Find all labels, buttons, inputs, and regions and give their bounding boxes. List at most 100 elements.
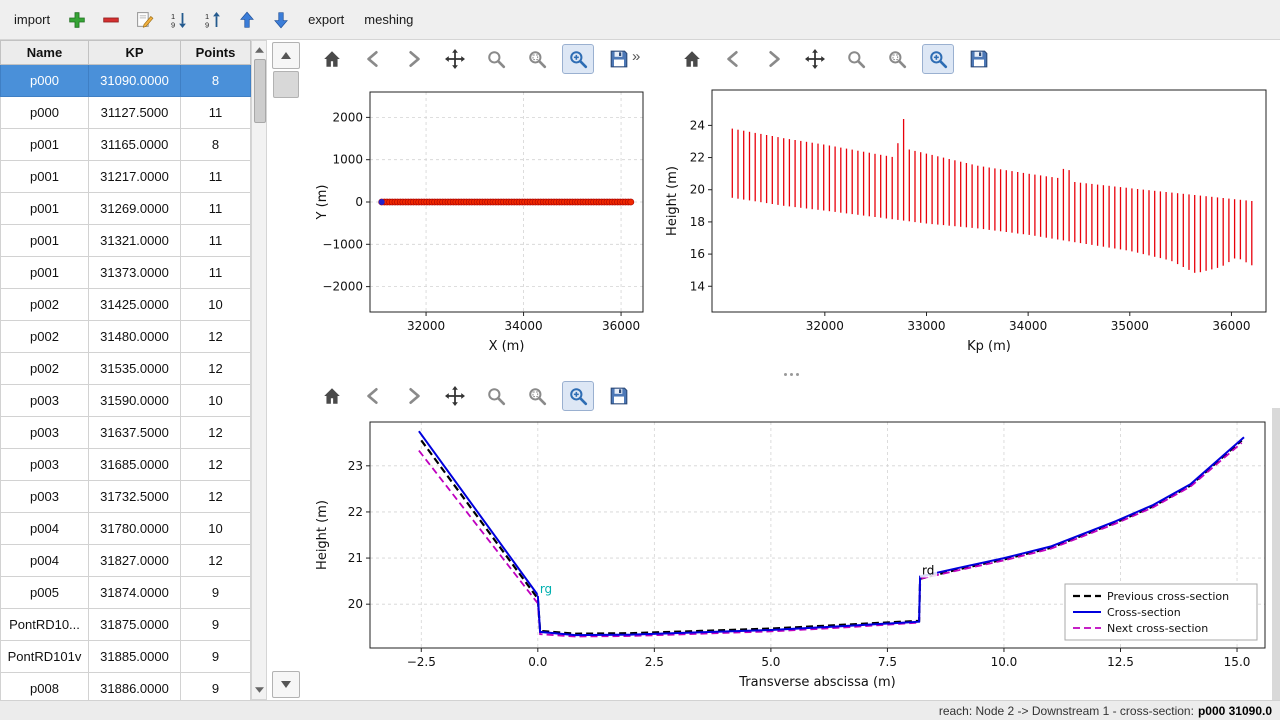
mpl-back-button[interactable] <box>717 44 749 74</box>
table-cell[interactable]: 9 <box>181 609 251 641</box>
mpl-zoom-in-button[interactable] <box>562 44 594 74</box>
table-cell[interactable]: 12 <box>181 545 251 577</box>
scroll-up-icon[interactable] <box>252 43 266 57</box>
mpl-zoom-sel-button[interactable] <box>881 44 913 74</box>
profile-chart[interactable]: 3200033000340003500036000141618202224Kp … <box>662 78 1280 368</box>
mpl-zoom-sel-button[interactable] <box>521 44 553 74</box>
mpl-save-button[interactable] <box>963 44 995 74</box>
table-cell[interactable]: 12 <box>181 481 251 513</box>
table-cell[interactable]: 31732.5000 <box>89 481 181 513</box>
mpl-zoom-button[interactable] <box>480 44 512 74</box>
table-row[interactable]: p00231425.000010 <box>1 289 251 321</box>
table-cell[interactable]: p002 <box>1 289 89 321</box>
table-row[interactable]: p00431827.000012 <box>1 545 251 577</box>
table-cell[interactable]: 31165.0000 <box>89 129 181 161</box>
table-cell[interactable]: 31535.0000 <box>89 353 181 385</box>
table-cell[interactable]: p008 <box>1 673 89 701</box>
table-cell[interactable]: p001 <box>1 225 89 257</box>
table-scrollbar-thumb[interactable] <box>254 59 266 123</box>
table-cell[interactable]: p002 <box>1 353 89 385</box>
mpl-back-button[interactable] <box>357 44 389 74</box>
table-cell[interactable]: 9 <box>181 641 251 673</box>
table-cell[interactable]: 31217.0000 <box>89 161 181 193</box>
table-cell[interactable]: p000 <box>1 65 89 97</box>
mpl-pan-button[interactable] <box>799 44 831 74</box>
column-header-kp[interactable]: KP <box>89 41 181 65</box>
panel-scroll-up-button[interactable] <box>272 42 300 69</box>
table-cell[interactable]: PontRD101v <box>1 641 89 673</box>
table-row[interactable]: p00131217.000011 <box>1 161 251 193</box>
table-cell[interactable]: p001 <box>1 257 89 289</box>
table-cell[interactable]: 31590.0000 <box>89 385 181 417</box>
right-edge-scrollbar[interactable] <box>1272 408 1280 700</box>
table-cell[interactable]: p004 <box>1 513 89 545</box>
table-cell[interactable]: 31874.0000 <box>89 577 181 609</box>
table-row[interactable]: p00131321.000011 <box>1 225 251 257</box>
sort-ascending-button[interactable]: 19 <box>168 9 190 31</box>
splitter-handle[interactable] <box>302 368 1280 380</box>
add-button[interactable] <box>66 9 88 31</box>
meshing-button[interactable]: meshing <box>360 8 417 31</box>
table-cell[interactable]: 8 <box>181 65 251 97</box>
table-cell[interactable]: 31827.0000 <box>89 545 181 577</box>
mpl-home-button[interactable] <box>316 381 348 411</box>
export-button[interactable]: export <box>304 8 348 31</box>
table-cell[interactable]: 31321.0000 <box>89 225 181 257</box>
table-cell[interactable]: 31090.0000 <box>89 65 181 97</box>
move-up-button[interactable] <box>236 9 258 31</box>
panel-scrollbar-thumb[interactable] <box>273 71 299 98</box>
table-cell[interactable]: 10 <box>181 289 251 321</box>
mpl-zoom-button[interactable] <box>480 381 512 411</box>
table-cell[interactable]: 12 <box>181 321 251 353</box>
table-cell[interactable]: p005 <box>1 577 89 609</box>
table-cell[interactable]: 31269.0000 <box>89 193 181 225</box>
mpl-zoom-in-button[interactable] <box>562 381 594 411</box>
table-cell[interactable]: 31480.0000 <box>89 321 181 353</box>
table-row[interactable]: p00331590.000010 <box>1 385 251 417</box>
mpl-zoom-sel-button[interactable] <box>521 381 553 411</box>
mpl-forward-button[interactable] <box>398 381 430 411</box>
mpl-back-button[interactable] <box>357 381 389 411</box>
sort-descending-button[interactable]: 19 <box>202 9 224 31</box>
table-row[interactable]: p00131373.000011 <box>1 257 251 289</box>
column-header-points[interactable]: Points <box>181 41 251 65</box>
table-cell[interactable]: 31885.0000 <box>89 641 181 673</box>
table-cell[interactable]: p001 <box>1 161 89 193</box>
table-row[interactable]: p00831886.00009 <box>1 673 251 701</box>
table-cell[interactable]: 10 <box>181 385 251 417</box>
table-row[interactable]: p00031127.500011 <box>1 97 251 129</box>
table-row[interactable]: p00031090.00008 <box>1 65 251 97</box>
mpl-pan-button[interactable] <box>439 381 471 411</box>
table-cell[interactable]: 11 <box>181 193 251 225</box>
table-cell[interactable]: 31886.0000 <box>89 673 181 701</box>
remove-button[interactable] <box>100 9 122 31</box>
table-row[interactable]: p00331637.500012 <box>1 417 251 449</box>
table-cell[interactable]: p003 <box>1 417 89 449</box>
table-cell[interactable]: p000 <box>1 97 89 129</box>
table-scrollbar[interactable] <box>251 40 267 700</box>
table-row[interactable]: p00231535.000012 <box>1 353 251 385</box>
table-row[interactable]: p00131269.000011 <box>1 193 251 225</box>
table-cell[interactable]: 9 <box>181 577 251 609</box>
panel-scrollbar[interactable] <box>272 42 300 698</box>
table-cell[interactable]: 11 <box>181 97 251 129</box>
scroll-down-icon[interactable] <box>252 683 266 697</box>
table-cell[interactable]: 11 <box>181 257 251 289</box>
table-cell[interactable]: 10 <box>181 513 251 545</box>
mpl-zoom-in-button[interactable] <box>922 44 954 74</box>
mpl-home-button[interactable] <box>676 44 708 74</box>
edit-button[interactable] <box>134 9 156 31</box>
table-row[interactable]: p00231480.000012 <box>1 321 251 353</box>
table-cell[interactable]: 9 <box>181 673 251 701</box>
cross-section-chart[interactable]: rgrd−2.50.02.55.07.510.012.515.020212223… <box>306 412 1279 698</box>
table-row[interactable]: p00431780.000010 <box>1 513 251 545</box>
table-cell[interactable]: p003 <box>1 385 89 417</box>
table-row[interactable]: p00331685.000012 <box>1 449 251 481</box>
table-cell[interactable]: 31373.0000 <box>89 257 181 289</box>
table-cell[interactable]: p004 <box>1 545 89 577</box>
mpl-save-button[interactable] <box>603 381 635 411</box>
plan-view-chart[interactable]: 320003400036000−2000−1000010002000X (m)Y… <box>306 78 659 368</box>
table-cell[interactable]: p001 <box>1 129 89 161</box>
table-cell[interactable]: p001 <box>1 193 89 225</box>
mpl-pan-button[interactable] <box>439 44 471 74</box>
